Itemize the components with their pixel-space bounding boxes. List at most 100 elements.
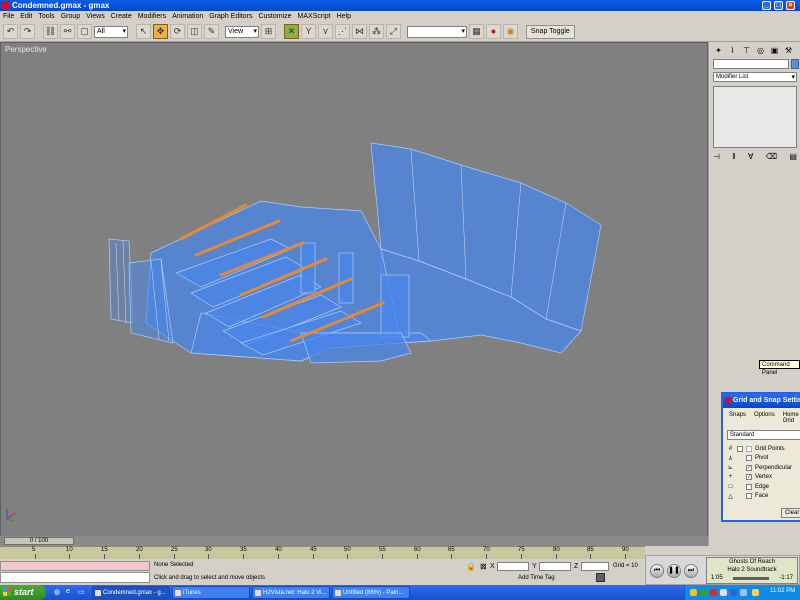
snap-checkbox[interactable] bbox=[746, 455, 752, 462]
unlink-icon[interactable]: ⚯ bbox=[60, 24, 75, 39]
task-gmax[interactable]: Condemned.gmax - g... bbox=[92, 586, 170, 599]
progress-bar[interactable] bbox=[733, 577, 769, 580]
task-paint[interactable]: Untitled (86%) - Pain... bbox=[332, 586, 410, 599]
time-slider-track[interactable] bbox=[0, 536, 708, 546]
tab-snaps[interactable]: Snaps bbox=[729, 412, 746, 424]
modifier-list-dropdown[interactable]: Modifier List bbox=[713, 72, 797, 82]
tray-security-icon[interactable] bbox=[710, 589, 717, 596]
snap-checkbox-checked[interactable]: ✓ bbox=[746, 474, 752, 481]
motion-tab-icon[interactable]: ◎ bbox=[755, 45, 766, 56]
scene-mesh[interactable] bbox=[1, 43, 707, 545]
x-coordinate-field[interactable] bbox=[497, 562, 529, 571]
modify-tab-icon[interactable]: ⌇ bbox=[727, 45, 738, 56]
tray-messenger-icon[interactable] bbox=[740, 589, 747, 596]
remove-modifier-icon[interactable]: ⌫ bbox=[766, 152, 777, 164]
object-color-swatch[interactable] bbox=[791, 59, 799, 69]
z-coordinate-field[interactable] bbox=[581, 562, 609, 571]
select-object-icon[interactable]: ↖ bbox=[136, 24, 151, 39]
next-track-icon[interactable]: ⏭ bbox=[684, 564, 698, 578]
snap-item[interactable]: # Grid Points bbox=[723, 444, 800, 454]
material-editor-icon[interactable]: ▦ bbox=[469, 24, 484, 39]
selection-filter-dropdown[interactable]: All bbox=[94, 25, 128, 38]
snap-preset-dropdown[interactable]: Standard bbox=[727, 430, 800, 440]
menu-create[interactable]: Create bbox=[111, 11, 132, 22]
quick-render-icon[interactable]: ◉ bbox=[503, 24, 518, 39]
menu-tools[interactable]: Tools bbox=[38, 11, 54, 22]
select-move-icon[interactable]: ✥ bbox=[153, 24, 168, 39]
select-rotate-icon[interactable]: ⟳ bbox=[170, 24, 185, 39]
tray-bluetooth-icon[interactable] bbox=[730, 589, 737, 596]
minimize-button[interactable]: _ bbox=[762, 1, 771, 10]
axis-z-icon[interactable]: ⋰ bbox=[335, 24, 350, 39]
snap-toggle-button[interactable]: Snap Toggle bbox=[526, 24, 575, 39]
restrict-axis-icon[interactable]: ✕ bbox=[284, 24, 299, 39]
make-unique-icon[interactable]: ∀ bbox=[748, 152, 753, 164]
menu-file[interactable]: File bbox=[3, 11, 14, 22]
snap-checkbox[interactable] bbox=[746, 483, 752, 490]
snap-item[interactable]: ⅄ Pivot bbox=[723, 454, 800, 464]
time-slider-knob[interactable]: 0 / 100 bbox=[4, 537, 74, 545]
maximize-button[interactable]: □ bbox=[774, 1, 783, 10]
perspective-viewport[interactable]: Perspective bbox=[0, 42, 708, 546]
menu-edit[interactable]: Edit bbox=[20, 11, 32, 22]
previous-track-icon[interactable]: ⏮ bbox=[650, 564, 664, 578]
track-bar[interactable]: 5 10 15 20 25 30 35 40 45 50 55 60 65 70 75 80 85 90 bbox=[0, 546, 645, 559]
menu-customize[interactable]: Customize bbox=[258, 11, 291, 22]
pin-stack-icon[interactable]: ⊣ bbox=[713, 152, 720, 164]
hierarchy-tab-icon[interactable]: ⊤ bbox=[741, 45, 752, 56]
align-icon[interactable]: ⤢ bbox=[386, 24, 401, 39]
lock-selection-icon[interactable]: 🔒 bbox=[466, 562, 476, 571]
quick-launch-ie-icon[interactable]: e bbox=[66, 588, 70, 595]
select-link-icon[interactable]: ⛓ bbox=[43, 24, 58, 39]
snap-checkbox-checked[interactable]: ✓ bbox=[746, 464, 752, 471]
create-tab-icon[interactable]: ✦ bbox=[713, 45, 724, 56]
pivot-center-icon[interactable]: ⊞ bbox=[261, 24, 276, 39]
select-region-icon[interactable]: ▢ bbox=[77, 24, 92, 39]
array-icon[interactable]: ⁂ bbox=[369, 24, 384, 39]
reference-coordinate-dropdown[interactable]: View bbox=[225, 25, 259, 38]
menu-modifiers[interactable]: Modifiers bbox=[138, 11, 166, 22]
menu-graph-editors[interactable]: Graph Editors bbox=[209, 11, 252, 22]
clear-all-button[interactable]: Clear All bbox=[781, 508, 800, 518]
redo-icon[interactable]: ↷ bbox=[20, 24, 35, 39]
maxscript-listener-input[interactable] bbox=[0, 572, 150, 583]
tray-volume-icon[interactable] bbox=[720, 589, 727, 596]
absolute-mode-icon[interactable]: ⊠ bbox=[480, 562, 487, 571]
undo-icon[interactable]: ↶ bbox=[3, 24, 18, 39]
start-button[interactable]: start bbox=[0, 585, 46, 600]
snap-checkbox[interactable] bbox=[737, 445, 743, 452]
tab-home-grid[interactable]: Home Grid bbox=[783, 412, 800, 424]
add-time-tag-button[interactable]: Add Time Tag bbox=[518, 575, 555, 581]
snap-item[interactable]: □ Edge bbox=[723, 482, 800, 492]
snap-item[interactable]: ⊾ ✓ Perpendicular bbox=[723, 463, 800, 473]
manipulate-icon[interactable]: ✎ bbox=[204, 24, 219, 39]
configure-sets-icon[interactable]: ▤ bbox=[789, 152, 797, 164]
menu-maxscript[interactable]: MAXScript bbox=[298, 11, 331, 22]
snap-checkbox-alt[interactable] bbox=[746, 445, 752, 452]
menu-views[interactable]: Views bbox=[86, 11, 105, 22]
pause-icon[interactable]: ❚❚ bbox=[667, 564, 681, 578]
close-button[interactable]: × bbox=[786, 1, 795, 10]
axis-xy-icon[interactable]: ⋎ bbox=[318, 24, 333, 39]
render-scene-icon[interactable]: ● bbox=[486, 24, 501, 39]
task-browser[interactable]: H2Vista.net: Halo 2 Vi... bbox=[252, 586, 330, 599]
tray-antivirus-icon[interactable] bbox=[700, 589, 707, 596]
maxscript-listener-output[interactable] bbox=[0, 561, 150, 571]
menu-group[interactable]: Group bbox=[61, 11, 80, 22]
modifier-stack[interactable] bbox=[713, 86, 797, 148]
menu-help[interactable]: Help bbox=[337, 11, 351, 22]
display-tab-icon[interactable]: ▣ bbox=[769, 45, 780, 56]
tab-options[interactable]: Options bbox=[754, 412, 775, 424]
show-end-result-icon[interactable]: ‖ bbox=[732, 152, 735, 164]
snap-checkbox[interactable] bbox=[746, 493, 752, 500]
snap-item[interactable]: △ Face bbox=[723, 492, 800, 502]
mirror-icon[interactable]: ⋈ bbox=[352, 24, 367, 39]
named-selection-dropdown[interactable] bbox=[407, 25, 467, 38]
y-coordinate-field[interactable] bbox=[539, 562, 571, 571]
object-name-field[interactable] bbox=[713, 59, 789, 69]
dialog-title[interactable]: Grid and Snap Settings bbox=[723, 394, 800, 408]
tray-network-icon[interactable] bbox=[690, 589, 697, 596]
key-mode-icon[interactable] bbox=[596, 573, 605, 582]
quick-launch-desktop-icon[interactable]: ▭ bbox=[78, 588, 85, 596]
select-scale-icon[interactable]: ◫ bbox=[187, 24, 202, 39]
